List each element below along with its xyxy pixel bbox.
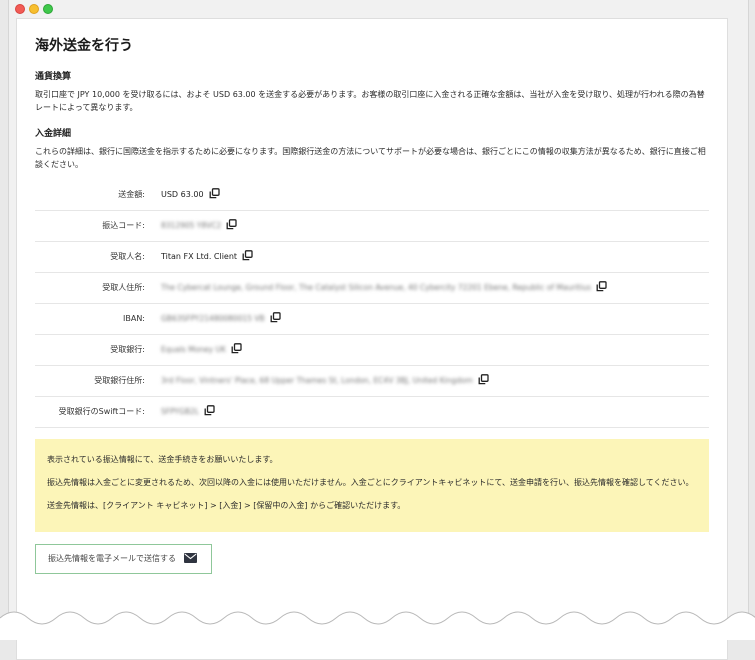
copy-icon[interactable] [478, 374, 489, 387]
detail-row-transfer-code: 振込コード: 8312905 Y8VC2 [35, 210, 709, 241]
detail-row-recipient-name: 受取人名: Titan FX Ltd. Client [35, 241, 709, 272]
detail-row-iban: IBAN: GB63SFPY21480080015 VB [35, 303, 709, 334]
detail-row-receiving-bank: 受取銀行: Equals Money UK [35, 334, 709, 365]
notice-box: 表示されている振込情報にて、送金手続きをお願いいたします。 振込先情報は入金ごと… [35, 439, 709, 532]
copy-icon[interactable] [270, 312, 281, 325]
recipient-name-value: Titan FX Ltd. Client [161, 252, 237, 261]
page-title: 海外送金を行う [35, 35, 709, 55]
copy-icon[interactable] [226, 219, 237, 232]
detail-row-bank-address: 受取銀行住所: 3rd Floor, Vintners' Place, 68 U… [35, 365, 709, 396]
currency-text: 取引口座で JPY 10,000 を受け取るには、およそ USD 63.00 を… [35, 88, 709, 114]
notice-line-2: 振込先情報は入金ごとに変更されるため、次回以降の入金には使用いただけません。入金… [47, 476, 697, 489]
detail-row-amount: 送金額: USD 63.00 [35, 179, 709, 210]
transfer-card: 海外送金を行う 通貨換算 取引口座で JPY 10,000 を受け取るには、およ… [16, 18, 728, 660]
transfer-code-value: 8312905 Y8VC2 [161, 221, 221, 230]
receiving-bank-label: 受取銀行: [35, 334, 161, 365]
recipient-address-label: 受取人住所: [35, 272, 161, 303]
window-titlebar [9, 0, 748, 18]
iban-label: IBAN: [35, 303, 161, 334]
bank-address-value: 3rd Floor, Vintners' Place, 68 Upper Tha… [161, 376, 473, 385]
envelope-icon [184, 553, 197, 565]
recipient-name-label: 受取人名: [35, 241, 161, 272]
detail-row-recipient-address: 受取人住所: The Cybercat Lounge, Ground Floor… [35, 272, 709, 303]
deposit-text: これらの詳細は、銀行に国際送金を指示するために必要になります。国際銀行送金の方法… [35, 145, 709, 171]
amount-label: 送金額: [35, 179, 161, 210]
notice-line-1: 表示されている振込情報にて、送金手続きをお願いいたします。 [47, 453, 697, 466]
detail-row-swift: 受取銀行のSwiftコード: SFPYGB2L [35, 396, 709, 427]
copy-icon[interactable] [596, 281, 607, 294]
currency-heading: 通貨換算 [35, 69, 709, 82]
swift-value: SFPYGB2L [161, 407, 199, 416]
copy-icon[interactable] [204, 405, 215, 418]
send-email-label: 振込先情報を電子メールで送信する [48, 553, 176, 564]
minimize-window-button[interactable] [29, 4, 39, 14]
iban-value: GB63SFPY21480080015 VB [161, 314, 265, 323]
maximize-window-button[interactable] [43, 4, 53, 14]
copy-icon[interactable] [209, 188, 220, 201]
swift-label: 受取銀行のSwiftコード: [35, 396, 161, 427]
amount-value: USD 63.00 [161, 190, 204, 199]
deposit-details-table: 送金額: USD 63.00 振込コード: 8312905 Y8VC2 受取人名… [35, 179, 709, 428]
copy-icon[interactable] [231, 343, 242, 356]
notice-line-3: 送金先情報は、[クライアント キャビネット] > [入金] > [保留中の入金]… [47, 499, 697, 512]
recipient-address-value: The Cybercat Lounge, Ground Floor, The C… [161, 283, 591, 292]
transfer-code-label: 振込コード: [35, 210, 161, 241]
deposit-heading: 入金詳細 [35, 126, 709, 139]
copy-icon[interactable] [242, 250, 253, 263]
torn-edge-decoration [0, 598, 755, 640]
close-window-button[interactable] [15, 4, 25, 14]
bank-address-label: 受取銀行住所: [35, 365, 161, 396]
receiving-bank-value: Equals Money UK [161, 345, 226, 354]
send-email-button[interactable]: 振込先情報を電子メールで送信する [35, 544, 212, 574]
